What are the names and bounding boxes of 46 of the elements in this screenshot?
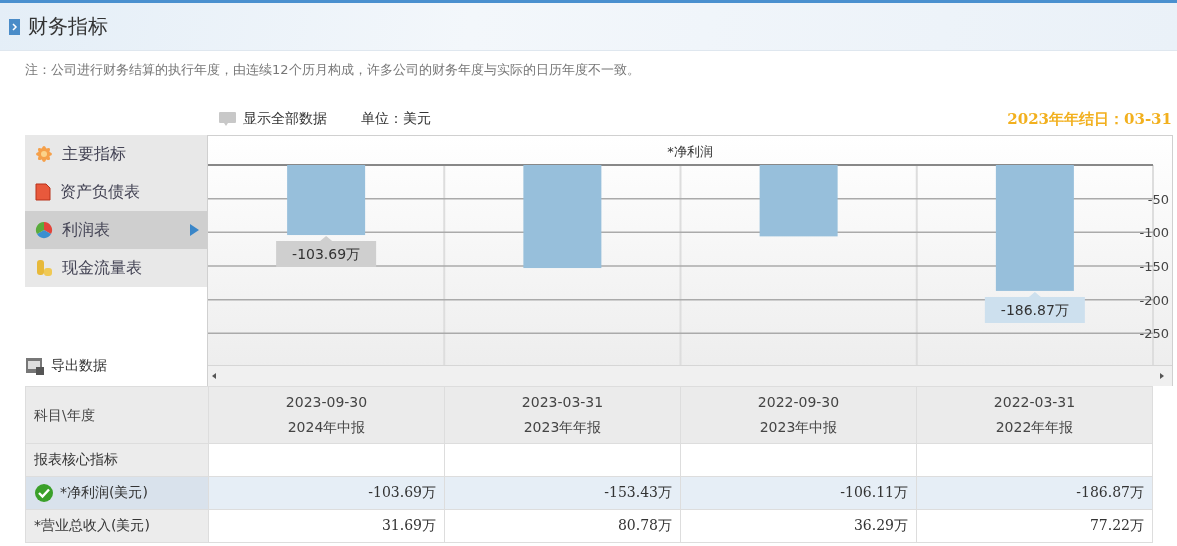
axis-tick-label: -150 [1139,259,1169,274]
scrollbar[interactable] [208,365,1172,386]
table-cell: 31.69万 [208,509,445,543]
export-data-link[interactable]: 导出数据 [51,357,107,375]
column-header: 2022-03-31 2022年年报 [916,386,1153,444]
row-label: *净利润(美元) [25,476,209,510]
column-header: 2023-09-30 2024年中报 [208,386,445,444]
export-icon [25,356,45,376]
value-callout: -186.87万 [984,291,1085,323]
unit-label: 单位：美元 [361,110,431,128]
table-cell: 77.22万 [916,509,1153,543]
sidebar-item[interactable]: 主要指标 [25,135,207,173]
note-text: 注：公司进行财务结算的执行年度，由连续12个历月构成，许多公司的财务年度与实际的日历年度不一致。 [24,61,641,79]
annotation: -103.69万 [292,246,361,263]
table-cell: 36.29万 [680,509,917,543]
document-icon [35,183,51,201]
sidebar-item[interactable]: 资产负债表 [25,173,207,211]
flower-icon [35,145,53,163]
sidebar-item[interactable]: 现金流量表 [25,249,207,287]
table-cell: 80.78万 [444,509,681,543]
axis-tick-label: -250 [1139,326,1169,342]
row-label: 报表核心指标 [25,443,209,477]
axis-tick-label: -100 [1139,225,1169,241]
table-cell: -106.11万 [680,476,917,510]
show-all-data-link[interactable]: 显示全部数据 [243,110,327,128]
chart-title: *净利润 [667,144,713,159]
sidebar-item[interactable]: 利润表 [25,211,207,249]
fiscal-year-end: 2023年年结日：03-31 [1007,109,1172,129]
axis-tick-label: -200 [1139,292,1169,308]
check-icon [34,483,54,503]
annotation: -186.87万 [1000,301,1069,318]
speech-bubble-icon [218,111,237,127]
chevron-icon [9,18,20,35]
column-header: 2023-03-31 2023年年报 [444,386,681,444]
axis-tick-label: -50 [1147,191,1169,207]
arrow-icon [190,224,199,236]
table-cell: -153.43万 [444,476,681,510]
value-callout: -103.69万 [276,236,377,268]
pie-chart-icon [35,221,53,239]
row-label: *营业总收入(美元) [25,509,209,543]
page-title: 财务指标 [28,13,108,40]
table-cell: -186.87万 [916,476,1153,510]
header-cell: 科目\年度 [25,386,209,444]
column-header: 2022-09-30 2023年中报 [680,386,917,444]
coins-icon [35,259,53,277]
table-cell: -103.69万 [208,476,445,510]
